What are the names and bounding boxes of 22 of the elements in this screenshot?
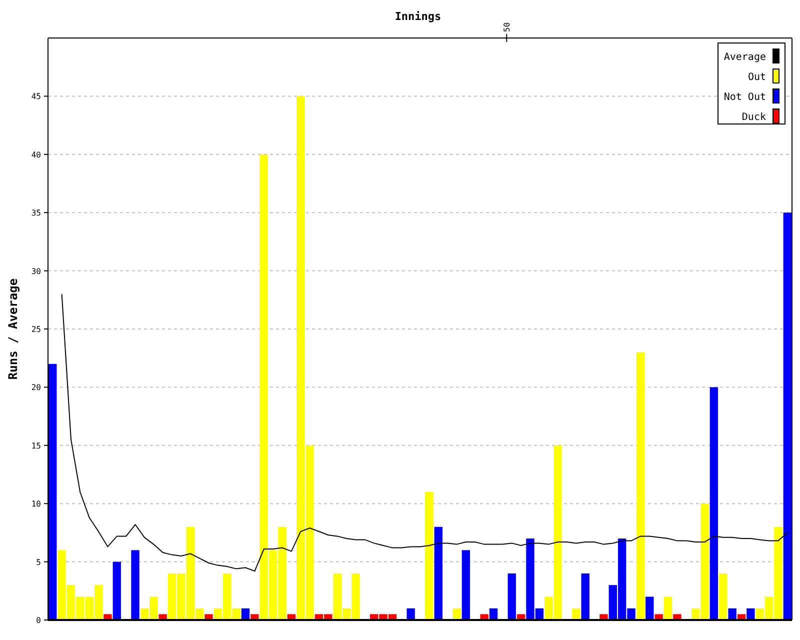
- chart-title: Innings: [394, 10, 442, 23]
- y-tick-label: 40: [31, 150, 41, 160]
- legend-label: Duck: [742, 112, 766, 123]
- legend-swatch: [772, 108, 780, 124]
- y-tick-label: 45: [31, 92, 41, 102]
- legend-label: Out: [748, 72, 766, 83]
- y-tick-label: 30: [31, 266, 41, 276]
- y-tick-label: 0: [36, 616, 41, 625]
- y-tick-label: 5: [36, 558, 41, 567]
- y-tick-label: 35: [31, 208, 41, 218]
- y-tick-label: 25: [31, 325, 41, 334]
- legend-swatch: [772, 48, 780, 64]
- y-tick-label: 15: [31, 441, 41, 450]
- legend-swatch: [772, 68, 780, 84]
- top-axis-tick-label: 50: [502, 22, 512, 32]
- y-tick-label: 10: [31, 500, 41, 509]
- legend-label: Average: [724, 52, 766, 63]
- y-tick-label: 20: [31, 383, 41, 392]
- legend-swatch: [772, 88, 780, 104]
- bar: [406, 608, 415, 620]
- y-axis-label: Runs / Average: [6, 278, 20, 380]
- legend-label: Not Out: [724, 92, 766, 103]
